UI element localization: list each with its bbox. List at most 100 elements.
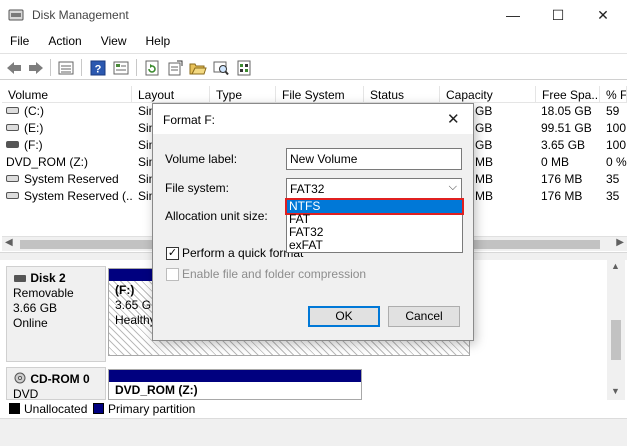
file-system-select[interactable]: FAT32 ⌵ [286, 178, 462, 199]
svg-text:?: ? [95, 63, 102, 75]
free-space-cell: 176 MB [541, 189, 583, 203]
percent-free-cell: 100 [606, 138, 627, 152]
free-space-cell: 18.05 GB [541, 104, 592, 118]
partition-label: DVD_ROM (Z:) [115, 383, 198, 397]
column-header-percent-free[interactable]: % F [600, 86, 627, 103]
settings-icon[interactable] [235, 59, 253, 76]
toolbar-separator [81, 59, 82, 76]
capacity-cell: GB [475, 121, 493, 135]
percent-free-cell: 100 [606, 121, 627, 135]
ok-button[interactable]: OK [308, 306, 380, 327]
rescan-icon[interactable] [166, 59, 184, 76]
volume-name-cell: System Reserved (... [6, 189, 132, 203]
help-icon[interactable]: ? [89, 59, 107, 76]
refresh-icon[interactable] [143, 59, 161, 76]
toolbar-separator [136, 59, 137, 76]
scroll-right-arrow-icon[interactable]: ▶ [616, 237, 624, 248]
percent-free-cell: 59 [606, 104, 620, 118]
drive-icon [6, 124, 19, 131]
forward-arrow-icon[interactable] [27, 59, 45, 76]
back-arrow-icon[interactable] [5, 59, 23, 76]
quick-format-checkbox[interactable]: ✓ [166, 247, 179, 260]
volume-name-cell: (E:) [6, 121, 132, 135]
volume-name: System Reserved [24, 172, 119, 186]
option-ntfs[interactable]: NTFS [285, 198, 464, 215]
disk-name: Disk 2 [30, 271, 66, 285]
primary-partition-swatch [93, 403, 104, 414]
file-system-selected-value: FAT32 [290, 182, 325, 196]
free-space-cell: 99.51 GB [541, 121, 592, 135]
disk-2-info[interactable]: Disk 2 Removable 3.66 GB Online [6, 266, 106, 362]
dialog-close-icon[interactable]: ✕ [447, 110, 460, 128]
volume-name: (F:) [24, 138, 43, 152]
drive-icon [6, 192, 19, 199]
minimize-button[interactable]: — [490, 0, 536, 30]
column-header-layout[interactable]: Layout [132, 86, 210, 103]
status-bar [0, 418, 627, 446]
free-space-cell: 176 MB [541, 172, 583, 186]
properties-icon[interactable] [112, 59, 130, 76]
legend-primary-partition: Primary partition [108, 402, 196, 416]
disk-list-icon[interactable] [57, 59, 75, 76]
capacity-cell: GB [475, 104, 493, 118]
file-system-caption: File system: [165, 181, 230, 195]
capacity-cell: GB [475, 138, 493, 152]
volume-label-caption: Volume label: [165, 152, 238, 166]
volume-label-input[interactable]: New Volume [286, 148, 462, 170]
volume-name-cell: (F:) [6, 138, 132, 152]
menu-view[interactable]: View [91, 30, 136, 52]
cd-rom-0-info[interactable]: CD-ROM 0 DVD [6, 367, 106, 401]
format-dialog: Format F: ✕ Volume label: New Volume Fil… [152, 103, 474, 341]
volume-name: (C:) [24, 104, 44, 118]
title-bar: Disk Management — ☐ ✕ [0, 0, 627, 30]
maximize-button[interactable]: ☐ [535, 0, 581, 30]
drive-icon [6, 107, 19, 114]
column-header-file-system[interactable]: File System [276, 86, 364, 103]
column-header-free-space[interactable]: Free Spa... [536, 86, 600, 103]
vertical-scrollbar[interactable]: ▲ ▼ [607, 260, 625, 400]
disk-size: 3.66 GB [13, 301, 58, 315]
dialog-title-bar: Format F: ✕ [153, 104, 473, 134]
free-space-cell: 3.65 GB [541, 138, 586, 152]
drive-icon [6, 175, 19, 182]
volume-name: System Reserved (... [24, 189, 132, 203]
close-button[interactable]: ✕ [580, 0, 626, 30]
scroll-down-arrow-icon[interactable]: ▼ [611, 386, 620, 396]
disk-management-app-icon [8, 8, 24, 22]
compression-label[interactable]: Enable file and folder compression [182, 267, 366, 281]
option-exfat[interactable]: exFAT [287, 239, 462, 252]
disk-type: Removable [13, 286, 74, 300]
cd-rom-header: CD-ROM 0 [13, 372, 105, 387]
menu-file[interactable]: File [0, 30, 38, 52]
percent-free-cell: 35 [606, 172, 620, 186]
menu-help[interactable]: Help [136, 30, 180, 52]
disk-2-header: Disk 2 [13, 271, 105, 286]
open-folder-icon[interactable] [189, 59, 207, 76]
column-header-capacity[interactable]: Capacity [440, 86, 536, 103]
scroll-up-arrow-icon[interactable]: ▲ [611, 261, 620, 271]
column-header-status[interactable]: Status [364, 86, 440, 103]
capacity-cell: MB [475, 155, 493, 169]
percent-free-cell: 0 % [606, 155, 627, 169]
legend: Unallocated Primary partition [0, 400, 627, 418]
partition-z[interactable]: DVD_ROM (Z:) [108, 369, 362, 400]
scrollbar-thumb[interactable] [611, 320, 621, 360]
cd-rom-icon [14, 372, 26, 384]
cancel-button[interactable]: Cancel [388, 306, 460, 327]
volume-name-cell: DVD_ROM (Z:) [6, 155, 132, 169]
dialog-body: Volume label: New Volume File system: FA… [153, 134, 473, 340]
removable-drive-icon [6, 141, 19, 148]
volume-name: DVD_ROM (Z:) [6, 155, 88, 169]
menu-action[interactable]: Action [38, 30, 90, 52]
compression-checkbox[interactable] [166, 268, 179, 281]
dialog-title: Format F: [163, 113, 216, 127]
explore-icon[interactable] [212, 59, 230, 76]
window-title: Disk Management [32, 8, 129, 22]
disk-name: CD-ROM 0 [30, 372, 90, 386]
primary-partition-bar [109, 370, 361, 382]
column-header-type[interactable]: Type [210, 86, 276, 103]
toolbar-separator [50, 59, 51, 76]
column-header-volume[interactable]: Volume [2, 86, 132, 103]
disk-status: Online [13, 316, 48, 330]
scroll-left-arrow-icon[interactable]: ◀ [5, 237, 13, 248]
